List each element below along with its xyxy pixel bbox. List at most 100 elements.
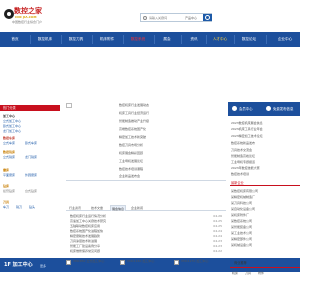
company-link[interactable]: 某刀具科技公司: [231, 201, 252, 205]
category-title[interactable]: 磨床: [3, 168, 9, 172]
category-link[interactable]: 龙门铣床: [25, 155, 37, 159]
search-input[interactable]: [149, 15, 185, 21]
news-thumbnail[interactable]: [66, 103, 72, 108]
list-item[interactable]: 刀具涂层技术新进展 04-23: [70, 239, 222, 243]
list-item[interactable]: 智能工厂建设案例分享 04-23: [70, 244, 222, 248]
news-headline[interactable]: 高端数控系统国产化: [119, 127, 146, 131]
product-title[interactable]: VMC850 立式加工中心: [73, 259, 104, 263]
member-center-link[interactable]: 会员中心: [239, 105, 253, 113]
category-link[interactable]: 卧式车床: [25, 141, 37, 145]
post-icon: [266, 106, 271, 111]
right-list-item[interactable]: 2023年数控技能大赛: [231, 166, 260, 170]
category-title[interactable]: 加工中心: [3, 114, 15, 118]
category-link[interactable]: 钻头: [29, 205, 35, 209]
product-image[interactable]: [66, 260, 71, 265]
category-title[interactable]: 钻床: [3, 184, 9, 188]
nav-item-forum[interactable]: 数控论坛: [238, 32, 260, 47]
search-button[interactable]: [203, 14, 212, 21]
nav-item-systems[interactable]: 数控系统: [127, 32, 149, 47]
logo-icon[interactable]: [4, 9, 14, 19]
list-item[interactable]: 数控机床行业运行情况分析 04-26: [70, 214, 222, 218]
list-item[interactable]: 高速加工中心关键技术研究 04-25: [70, 219, 222, 223]
nav-item-expo[interactable]: 展会: [158, 32, 176, 47]
category-link[interactable]: 立式加工中心: [3, 119, 21, 123]
category-link[interactable]: 外圆磨床: [25, 173, 37, 177]
news-headline[interactable]: 精密加工技术新突破: [119, 135, 146, 139]
floor-title: 1F 加工中心: [4, 262, 33, 268]
divider: [66, 180, 226, 181]
search-scope-select[interactable]: 产品中心: [185, 15, 203, 21]
company-link[interactable]: 某自动化设备公司: [231, 207, 255, 211]
news-headline[interactable]: 数控刀具市场分析: [119, 143, 143, 147]
product-title[interactable]: VMC1160 加工中心: [127, 259, 154, 263]
category-link[interactable]: 铣刀: [16, 205, 22, 209]
category-link[interactable]: 平面磨床: [3, 173, 15, 177]
search-icon: [143, 16, 147, 20]
company-link[interactable]: 某工业技术公司: [231, 231, 252, 235]
company-link[interactable]: 某智能装备公司: [231, 225, 252, 229]
category-title[interactable]: 数控车床: [3, 136, 15, 140]
right-list-item[interactable]: 数控技术培训: [231, 172, 249, 176]
list-item[interactable]: 五轴联动数控机床应用 04-25: [70, 224, 222, 228]
news-headline[interactable]: 工业母机发展论坛: [119, 159, 143, 163]
nav-item-talent[interactable]: 人才中心: [210, 32, 230, 47]
company-link[interactable]: 某机械设备公司: [231, 243, 252, 247]
company-link[interactable]: 某数控系统公司: [231, 219, 252, 223]
member-header: 会员中心 免费发布信息: [228, 102, 300, 116]
right-list-item[interactable]: 工业母机专题报道: [231, 160, 255, 164]
company-link[interactable]: 某精密部件公司: [231, 237, 252, 241]
tab-company[interactable]: 企业新闻: [130, 205, 144, 211]
right-list-item[interactable]: 2023精密加工技术论坛: [231, 134, 263, 138]
category-link[interactable]: 立式铣床: [3, 155, 15, 159]
nav-item-accessories[interactable]: 机床附件: [96, 32, 118, 47]
recommend-link[interactable]: 附件: [258, 271, 264, 275]
category-link[interactable]: 龙门加工中心: [3, 129, 21, 133]
category-link[interactable]: 摇臂钻床: [3, 189, 15, 193]
product-title[interactable]: VMC1270 加工中心: [181, 259, 208, 263]
right-list-item[interactable]: 2023机床工具行业年会: [231, 127, 263, 131]
recommend-link[interactable]: 刀具: [245, 271, 251, 275]
search-box: 产品中心: [140, 13, 212, 22]
recommend-title: 商业推荐: [234, 261, 247, 265]
category-link[interactable]: 台式钻床: [25, 189, 37, 193]
category-banner: 热门分类: [0, 105, 60, 111]
category-link[interactable]: 立式车床: [3, 141, 15, 145]
tab-expo[interactable]: 展会信息: [110, 205, 127, 211]
nav-item-home[interactable]: 首页: [6, 32, 24, 47]
list-item[interactable]: 数控系统国产化进程加快 04-24: [70, 229, 222, 233]
nav-item-tools[interactable]: 数控刀具: [65, 32, 87, 47]
main-nav: 首页 数控机床 数控刀具 机床附件 数控系统 展会 资讯 人才中心 数控论坛 企…: [0, 32, 300, 47]
news-headline[interactable]: 智能制造推动产业升级: [119, 119, 149, 123]
category-title[interactable]: 刀具: [3, 200, 9, 204]
news-headline[interactable]: 企业新品发布会: [119, 174, 140, 178]
company-link[interactable]: 某机床附件厂: [231, 213, 249, 217]
news-headline[interactable]: 机床展会精彩回顾: [119, 151, 143, 155]
free-post-link[interactable]: 免费发布信息: [273, 105, 293, 113]
recommend-link[interactable]: 机床: [232, 271, 238, 275]
category-title[interactable]: 数控铣床: [3, 150, 15, 154]
floor-more-link[interactable]: 更多: [40, 264, 46, 268]
news-headline[interactable]: 机床工具行业经济运行: [119, 111, 149, 115]
right-list-item[interactable]: 数控系统新品发布: [231, 141, 255, 145]
right-list-item[interactable]: 刀具技术交流会: [231, 148, 252, 152]
latest-companies-title: 最新企业: [230, 180, 300, 186]
nav-item-company[interactable]: 企业中心: [272, 32, 298, 47]
news-headline[interactable]: 数控机床行业发展动态: [119, 103, 149, 107]
right-list-item[interactable]: 智能制造高峰论坛: [231, 154, 255, 158]
right-list-item[interactable]: 2023数控机床展会信息: [231, 121, 263, 125]
nav-item-machines[interactable]: 数控机床: [34, 32, 56, 47]
product-image[interactable]: [120, 260, 125, 265]
tab-tech[interactable]: 技术文章: [90, 205, 104, 211]
company-link[interactable]: 某数控机床有限公司: [231, 189, 258, 193]
list-item[interactable]: 机床维修保养常见问题 04-22: [70, 249, 222, 253]
category-link[interactable]: 卧式加工中心: [3, 124, 21, 128]
company-link[interactable]: 某精密机械制造厂: [231, 195, 255, 199]
nav-item-news[interactable]: 资讯: [185, 32, 203, 47]
list-item[interactable]: 精密磨削技术发展趋势 04-24: [70, 234, 222, 238]
news-headline[interactable]: 数控技术培训课程: [119, 167, 143, 171]
site-logo[interactable]: 数控之家: [14, 7, 42, 15]
tab-industry[interactable]: 行业资讯: [68, 205, 82, 211]
product-image[interactable]: [174, 260, 179, 265]
category-link[interactable]: 车刀: [3, 205, 9, 209]
logo-tagline: 中国数控行业综合门户: [12, 20, 43, 24]
